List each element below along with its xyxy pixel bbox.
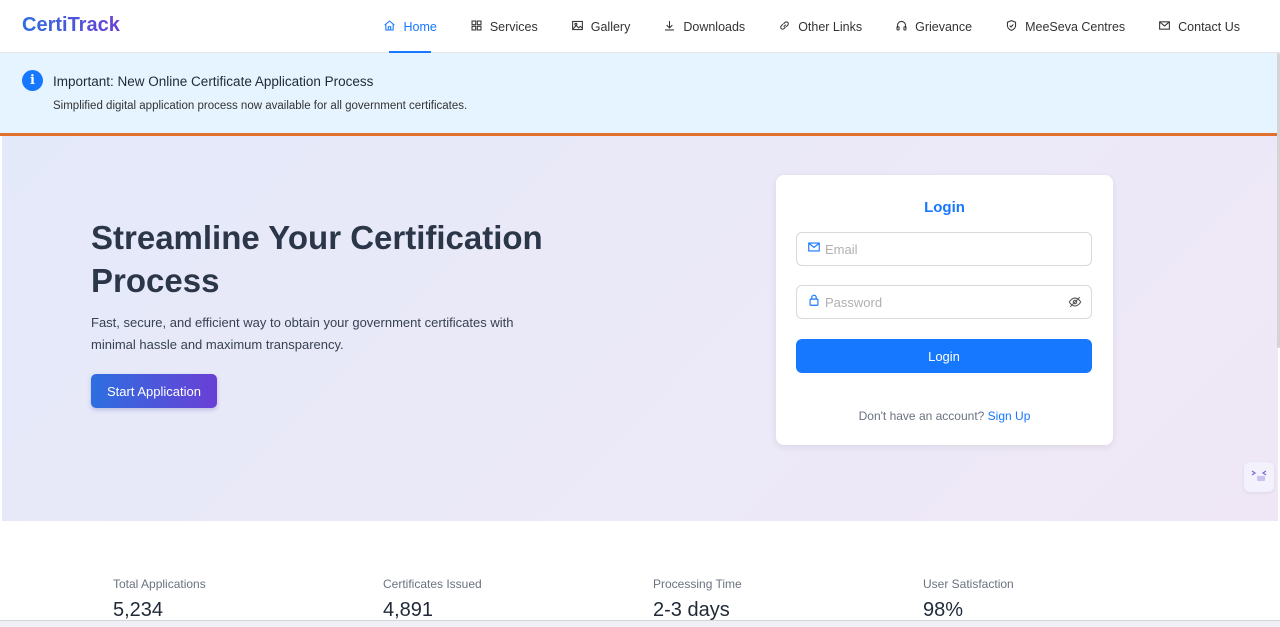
email-field[interactable] [796,232,1092,266]
nav-item-services[interactable]: Services [470,0,538,53]
home-icon [383,19,396,35]
chat-widget-button[interactable] [1244,462,1274,492]
stat-certificates-issued: Certificates Issued 4,891 [383,577,482,622]
nav-label: Downloads [683,19,746,34]
lock-icon [807,293,821,312]
stat-user-satisfaction: User Satisfaction 98% [923,577,1014,622]
nav-item-other-links[interactable]: Other Links [778,0,862,53]
stat-label: Processing Time [653,577,742,591]
shield-icon [1005,19,1018,35]
nav-item-contact-us[interactable]: Contact Us [1158,0,1240,53]
headphones-icon [895,19,908,35]
notice-subtitle: Simplified digital application process n… [53,100,468,112]
window-bottom-edge [0,620,1280,627]
grid-icon [470,19,483,35]
sign-up-link[interactable]: Sign Up [988,409,1031,423]
header: CertiTrack Home Services Gallery Downloa… [0,0,1280,53]
hero-description: Fast, secure, and efficient way to obtai… [91,315,514,352]
page: CertiTrack Home Services Gallery Downloa… [0,0,1280,627]
stats-section: Total Applications 5,234 Certificates Is… [0,521,1278,627]
stat-label: Certificates Issued [383,577,482,591]
start-application-button[interactable]: Start Application [91,374,217,408]
hero-section: Streamline Your Certification Process Fa… [2,136,1278,521]
nav-label: Home [403,19,437,34]
notice-title: Important: New Online Certificate Applic… [53,74,374,89]
nav-item-gallery[interactable]: Gallery [571,0,631,53]
stat-processing-time: Processing Time 2-3 days [653,577,742,622]
email-input[interactable] [825,241,1055,257]
image-icon [571,19,584,35]
stat-value: 2-3 days [653,599,730,621]
signup-prompt: Don't have an account? [858,409,985,423]
download-icon [663,19,676,35]
password-field[interactable] [796,285,1092,319]
stat-label: User Satisfaction [923,577,1014,591]
logo[interactable]: CertiTrack [22,14,120,37]
nav-item-grievance[interactable]: Grievance [895,0,972,53]
hero-title: Streamline Your Certification Process [91,219,543,299]
stat-total-applications: Total Applications 5,234 [113,577,206,622]
notice-banner: i Important: New Online Certificate Appl… [0,53,1278,136]
nav-item-home[interactable]: Home [383,0,437,53]
stat-label: Total Applications [113,577,206,591]
login-title: Login [924,199,965,216]
login-card: Login Login Don't have an account? Sign … [776,175,1113,445]
stat-value: 98% [923,599,964,621]
mail-icon [807,240,821,259]
nav-label: Gallery [590,19,631,34]
assistant-icon [1250,467,1268,488]
mail-icon [1158,19,1171,35]
link-icon [778,19,791,35]
stat-value: 4,891 [383,599,434,621]
nav-label: Contact Us [1178,19,1240,34]
stat-value: 5,234 [113,599,164,621]
info-icon: i [22,70,43,91]
signup-line: Don't have an account? Sign Up [776,409,1113,423]
nav-label: MeeSeva Centres [1025,19,1126,34]
nav-label: Grievance [915,19,973,34]
main-nav: Home Services Gallery Downloads Other Li… [383,0,1240,53]
nav-item-meeseva-centres[interactable]: MeeSeva Centres [1005,0,1125,53]
nav-label: Services [489,19,538,34]
eye-off-icon[interactable] [1068,295,1082,314]
nav-item-downloads[interactable]: Downloads [663,0,745,53]
password-input[interactable] [825,294,1055,310]
nav-label: Other Links [798,19,863,34]
login-button[interactable]: Login [796,339,1092,373]
